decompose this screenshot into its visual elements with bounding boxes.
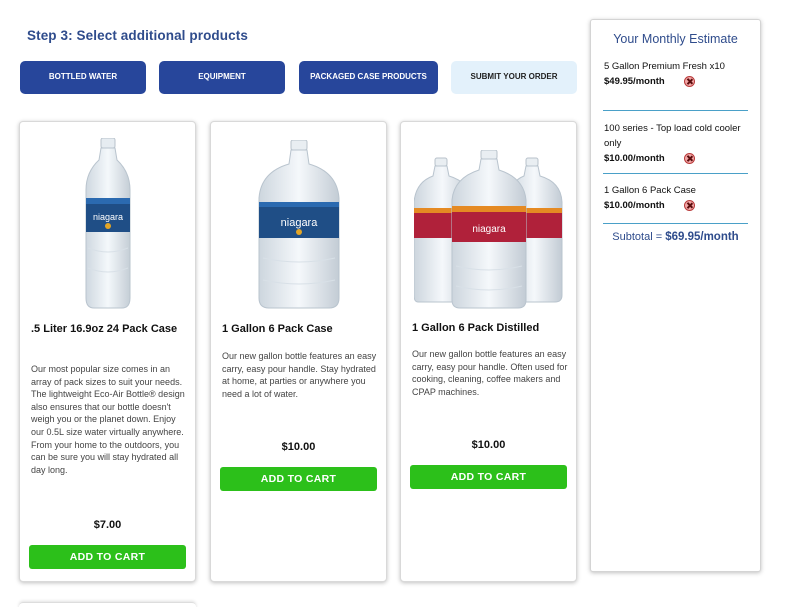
product-card: niagara .5 Liter 16.9oz 24 Pack Case Our… (19, 121, 196, 582)
monthly-estimate-panel: Your Monthly Estimate 5 Gallon Premium F… (590, 19, 761, 572)
category-equipment-button[interactable]: EQUIPMENT (159, 61, 285, 94)
estimate-item: 5 Gallon Premium Fresh x10 $49.95/month (604, 59, 748, 89)
estimate-item: 1 Gallon 6 Pack Case $10.00/month (604, 183, 748, 213)
product-description: Our new gallon bottle features an easy c… (222, 351, 377, 399)
product-description: Our most popular size comes in an array … (31, 364, 185, 475)
gallon-jug-icon: niagara (258, 140, 339, 309)
product-description: Our new gallon bottle features an easy c… (412, 349, 568, 397)
product-image: niagara (20, 130, 195, 310)
product-card-partial (19, 602, 196, 607)
estimate-item-price: $49.95/month (604, 76, 665, 87)
gallon-jugs-group-icon: niagara (413, 150, 562, 309)
estimate-item-price-row: $49.95/month (604, 74, 748, 89)
divider (603, 110, 748, 111)
estimate-item-name: 100 series - Top load cold cooler only (604, 123, 741, 149)
product-card: niagara 1 Gallon 6 Pack Case Our new gal… (210, 121, 387, 582)
bottle-label-text: niagara (472, 224, 506, 235)
remove-x-icon[interactable] (683, 76, 695, 87)
estimate-title: Your Monthly Estimate (613, 32, 738, 46)
estimate-item-price: $10.00/month (604, 200, 665, 211)
submit-order-button[interactable]: SUBMIT YOUR ORDER (451, 61, 577, 94)
product-image: niagara (401, 130, 576, 310)
estimate-item-price: $10.00/month (604, 153, 665, 164)
add-to-cart-button[interactable]: ADD TO CART (29, 545, 186, 569)
subtotal: Subtotal = $69.95/month (591, 231, 760, 243)
subtotal-label: Subtotal = (612, 231, 663, 243)
divider (603, 223, 748, 224)
category-packaged-case-button[interactable]: PACKAGED CASE PRODUCTS (299, 61, 438, 94)
product-card: niagara 1 Gallon 6 Pack Distilled Our ne… (400, 121, 577, 582)
estimate-item-name: 1 Gallon 6 Pack Case (604, 185, 696, 196)
bottle-label-text: niagara (92, 212, 122, 222)
product-image: niagara (211, 130, 386, 310)
water-bottle-icon: niagara (85, 138, 130, 309)
bottle-label-text: niagara (280, 217, 318, 229)
estimate-item-price-row: $10.00/month (604, 198, 748, 213)
product-price: $10.00 (281, 441, 316, 453)
product-name: .5 Liter 16.9oz 24 Pack Case (31, 323, 178, 335)
add-to-cart-button[interactable]: ADD TO CART (410, 465, 567, 489)
remove-x-icon[interactable] (683, 153, 695, 164)
product-price: $10.00 (471, 439, 506, 451)
divider (603, 173, 748, 174)
estimate-item-price-row: $10.00/month (604, 151, 748, 166)
remove-x-icon[interactable] (683, 200, 695, 211)
category-bottled-water-button[interactable]: BOTTLED WATER (20, 61, 146, 94)
product-name: 1 Gallon 6 Pack Case (222, 323, 333, 335)
product-name: 1 Gallon 6 Pack Distilled (412, 322, 540, 334)
add-to-cart-button[interactable]: ADD TO CART (220, 467, 377, 491)
subtotal-value: $69.95/month (665, 231, 739, 243)
estimate-item-name: 5 Gallon Premium Fresh x10 (604, 61, 725, 72)
product-price: $7.00 (93, 519, 122, 531)
step-title: Step 3: Select additional products (27, 28, 248, 43)
estimate-item: 100 series - Top load cold cooler only $… (604, 121, 748, 166)
